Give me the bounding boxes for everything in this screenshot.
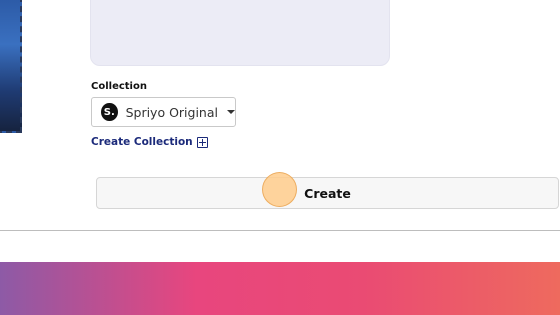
description-textarea[interactable] (90, 0, 390, 66)
click-indicator (262, 172, 297, 207)
collection-dropdown[interactable]: S. Spriyo Original (91, 97, 236, 127)
footer-gradient-band (0, 262, 560, 315)
divider (0, 230, 560, 231)
collection-label: Collection (91, 81, 147, 92)
create-collection-label: Create Collection (91, 136, 193, 148)
caret-down-icon (227, 110, 235, 114)
create-button-label: Create (304, 185, 351, 201)
create-collection-link[interactable]: Create Collection (91, 136, 208, 148)
collection-selected-value: Spriyo Original (125, 104, 218, 120)
collection-avatar: S. (101, 103, 118, 121)
create-button[interactable]: Create (96, 177, 559, 209)
image-preview (0, 0, 22, 133)
plus-box-icon (196, 136, 208, 148)
